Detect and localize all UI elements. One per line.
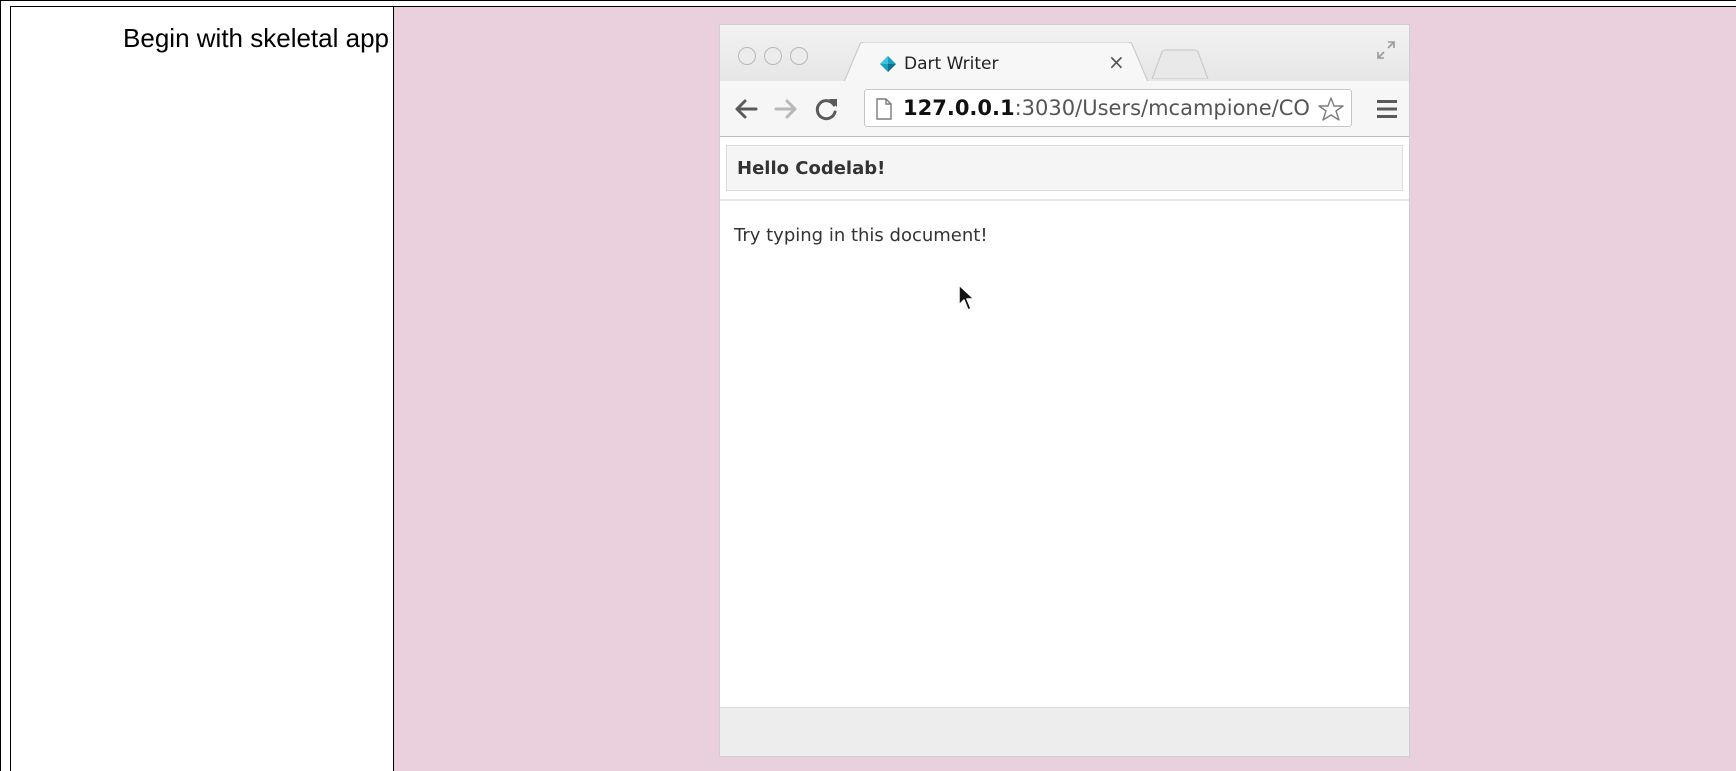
forward-arrow-icon[interactable] [772,95,800,123]
mouse-pointer-icon [958,284,975,311]
reload-icon[interactable] [812,95,840,123]
hamburger-menu-icon[interactable] [1375,97,1399,121]
fullscreen-icon[interactable] [1375,39,1397,61]
browser-toolbar: 127.0.0.1:3030/Users/mcampione/CODI [720,81,1409,137]
step-caption: Begin with skeletal app [123,23,389,53]
document-text[interactable]: Try typing in this document! [734,225,1374,246]
page-icon [876,98,892,120]
editable-document[interactable]: Try typing in this document! [720,201,1409,707]
tab-title: Dart Writer [904,54,999,74]
url-path: :3030/Users/mcampione/CODI [1014,96,1311,120]
new-tab-button[interactable] [1150,49,1210,79]
url-text: 127.0.0.1:3030/Users/mcampione/CODI [903,96,1311,120]
close-window-button[interactable] [738,47,756,65]
address-bar[interactable]: 127.0.0.1:3030/Users/mcampione/CODI [864,89,1352,127]
status-bar [720,707,1409,756]
back-arrow-icon[interactable] [732,95,760,123]
minimize-window-button[interactable] [764,47,782,65]
dart-logo-icon [880,56,896,72]
browser-window: Dart Writer × 127.0.0.1:3030/Users/mcamp… [720,25,1409,756]
caption-cell: Begin with skeletal app [10,6,393,771]
url-host: 127.0.0.1 [903,96,1015,120]
tab-close-icon[interactable]: × [1108,50,1125,74]
browser-titlebar: Dart Writer × [720,25,1409,82]
app-title: Hello Codelab! [737,158,886,179]
zoom-window-button[interactable] [790,47,808,65]
star-icon[interactable] [1317,95,1345,123]
app-header: Hello Codelab! [726,145,1403,191]
